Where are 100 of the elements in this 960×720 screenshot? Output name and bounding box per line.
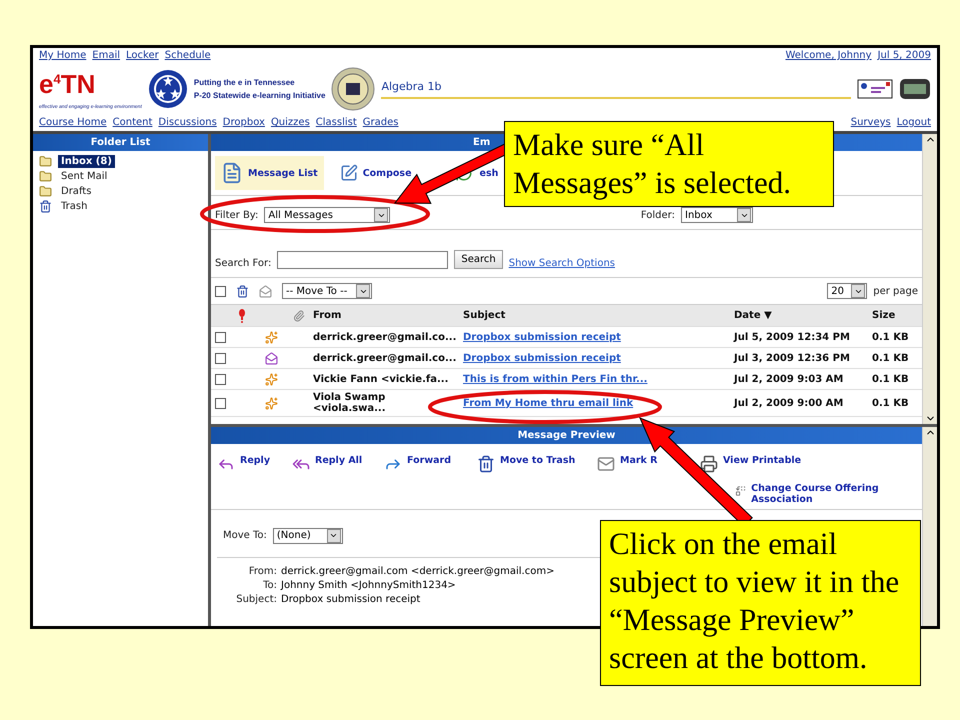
preview-action-link[interactable]: Reply All [292, 455, 362, 477]
printer-icon [700, 455, 718, 473]
nav-link[interactable]: Surveys [850, 117, 891, 128]
envelope-icon[interactable] [259, 284, 272, 298]
nav-link[interactable]: Quizzes [270, 117, 310, 128]
select-all-checkbox[interactable] [215, 286, 226, 296]
filter-dropdown[interactable]: All Messages [264, 207, 390, 223]
date-cell-text: Jul 2, 2009 9:03 AM [734, 374, 844, 384]
folder-item[interactable]: Trash [58, 200, 90, 213]
folder-label: Folder: [640, 210, 675, 220]
trash-icon [39, 200, 52, 213]
size-cell-text: 0.1 KB [872, 374, 910, 384]
per-page-label: per page [873, 286, 918, 296]
nav-link[interactable]: Course Home [39, 117, 107, 128]
folder-icon [39, 170, 52, 183]
seal-icon [331, 67, 376, 111]
instruction-callout: Click on the email subject to view it in the “Message Preview” screen at the bottom. [600, 520, 921, 686]
nav-link[interactable]: Discussions [158, 117, 217, 128]
new-mail-icon [265, 330, 278, 344]
move-to-dropdown[interactable]: -- Move To -- [282, 283, 372, 299]
site-logo-text: e$^{4}$TN [39, 68, 96, 100]
header-value: derrick.greer@gmail.com <derrick.greer@gmail.com> [281, 566, 554, 577]
size-cell-text: 0.1 KB [872, 332, 910, 342]
course-title: Algebra 1b [381, 80, 443, 92]
preview-action-link[interactable]: Mark R [597, 455, 658, 477]
preview-action-link[interactable]: View Printable [700, 455, 802, 477]
trash-icon[interactable] [236, 284, 249, 298]
sender-cell-text: Vickie Fann <vickie.fa... [313, 374, 450, 384]
toolbar-button[interactable]: esh [478, 166, 500, 180]
compose-icon [340, 164, 358, 182]
new-mail-icon [265, 396, 278, 410]
subject-link[interactable]: Dropbox submission receipt [463, 352, 621, 364]
sender-cell-text: derrick.greer@gmail.co... [313, 332, 458, 342]
folder-item[interactable]: Inbox (8) [58, 155, 115, 168]
column-header[interactable]: From [313, 310, 463, 321]
row-checkbox[interactable] [215, 398, 226, 408]
filter-label: Filter By: [215, 210, 258, 220]
move-to-dropdown[interactable]: (None) [272, 528, 343, 544]
subject-link[interactable]: Dropbox submission receipt [463, 332, 621, 342]
nav-link[interactable]: Dropbox [222, 117, 265, 128]
priority-icon [239, 308, 245, 322]
nav-link[interactable]: Content [112, 117, 152, 128]
header-value: Johnny Smith <JohnnySmith1234> [281, 580, 457, 591]
scrollbar[interactable] [922, 427, 937, 626]
toolbar-button[interactable]: Compose [338, 162, 414, 184]
scrollbar[interactable] [922, 134, 937, 424]
header-label: To: [262, 580, 277, 591]
column-header[interactable]: Subject [463, 310, 734, 321]
nav-link[interactable]: Grades [362, 117, 398, 128]
paperclip-icon [293, 310, 305, 322]
column-header[interactable]: Date ▼ [734, 310, 872, 321]
nav-link[interactable]: Logout [896, 117, 931, 128]
search-label: Search For: [215, 258, 272, 269]
message-preview-header: Message Preview [211, 427, 922, 444]
subject-link[interactable]: From My Home thru email link [463, 398, 634, 408]
size-cell-text: 0.1 KB [872, 352, 910, 364]
row-checkbox[interactable] [215, 352, 226, 364]
column-header[interactable]: Size [872, 310, 918, 321]
preview-action-link[interactable]: Change Course Offering Association [735, 483, 885, 509]
folder-item[interactable]: Drafts [58, 185, 94, 198]
mail-notification-icon[interactable] [857, 79, 893, 99]
folder-icon [39, 155, 52, 168]
new-mail-icon [265, 372, 278, 386]
logo-tagline: Putting the e in Tennessee [194, 78, 296, 87]
message-list-icon [221, 162, 243, 184]
folder-item[interactable]: Sent Mail [58, 170, 110, 183]
date-cell-text: Jul 2, 2009 9:00 AM [734, 398, 844, 408]
date-link[interactable]: Jul 5, 2009 [878, 50, 931, 61]
search-button[interactable]: Search [454, 250, 503, 269]
folder-list-header: Folder List [33, 134, 208, 151]
pager-icon[interactable] [899, 78, 931, 100]
three-stars-emblem-icon [148, 69, 188, 109]
folder-dropdown[interactable]: Inbox [681, 207, 753, 223]
row-checkbox[interactable] [215, 332, 226, 342]
toolbar-button[interactable]: Message List [215, 156, 324, 190]
preview-action-link[interactable]: Move to Trash [477, 455, 576, 477]
sender-cell-text: derrick.greer@gmail.co... [313, 352, 458, 364]
envelope-icon [597, 455, 615, 473]
welcome-link[interactable]: Welcome, Johnny [785, 50, 872, 61]
show-search-options-link[interactable]: Show Search Options [508, 258, 615, 269]
top-link[interactable]: Schedule [164, 50, 211, 61]
instruction-callout: Make sure “All Messages” is selected. [504, 121, 834, 207]
row-checkbox[interactable] [215, 374, 226, 384]
top-link[interactable]: My Home [39, 50, 86, 61]
per-page-dropdown[interactable]: 20 [827, 283, 868, 299]
header-label: Subject: [235, 594, 277, 605]
folder-icon [39, 185, 52, 198]
preview-action-link[interactable]: Reply [217, 455, 270, 477]
search-input[interactable] [277, 251, 448, 269]
replied-mail-icon [265, 352, 278, 364]
preview-action-link[interactable]: Forward [384, 455, 451, 477]
size-cell-text: 0.1 KB [872, 398, 910, 408]
logo-subtitle: P-20 Statewide e-learning Initiative [194, 91, 326, 100]
top-link[interactable]: Locker [126, 50, 159, 61]
nav-link[interactable]: Classlist [316, 117, 357, 128]
move-to-label: Move To: [223, 530, 267, 541]
header-label: From: [248, 566, 277, 577]
trash-icon [477, 455, 495, 473]
subject-link[interactable]: This is from within Pers Fin thr... [463, 374, 648, 384]
top-link[interactable]: Email [92, 50, 120, 61]
